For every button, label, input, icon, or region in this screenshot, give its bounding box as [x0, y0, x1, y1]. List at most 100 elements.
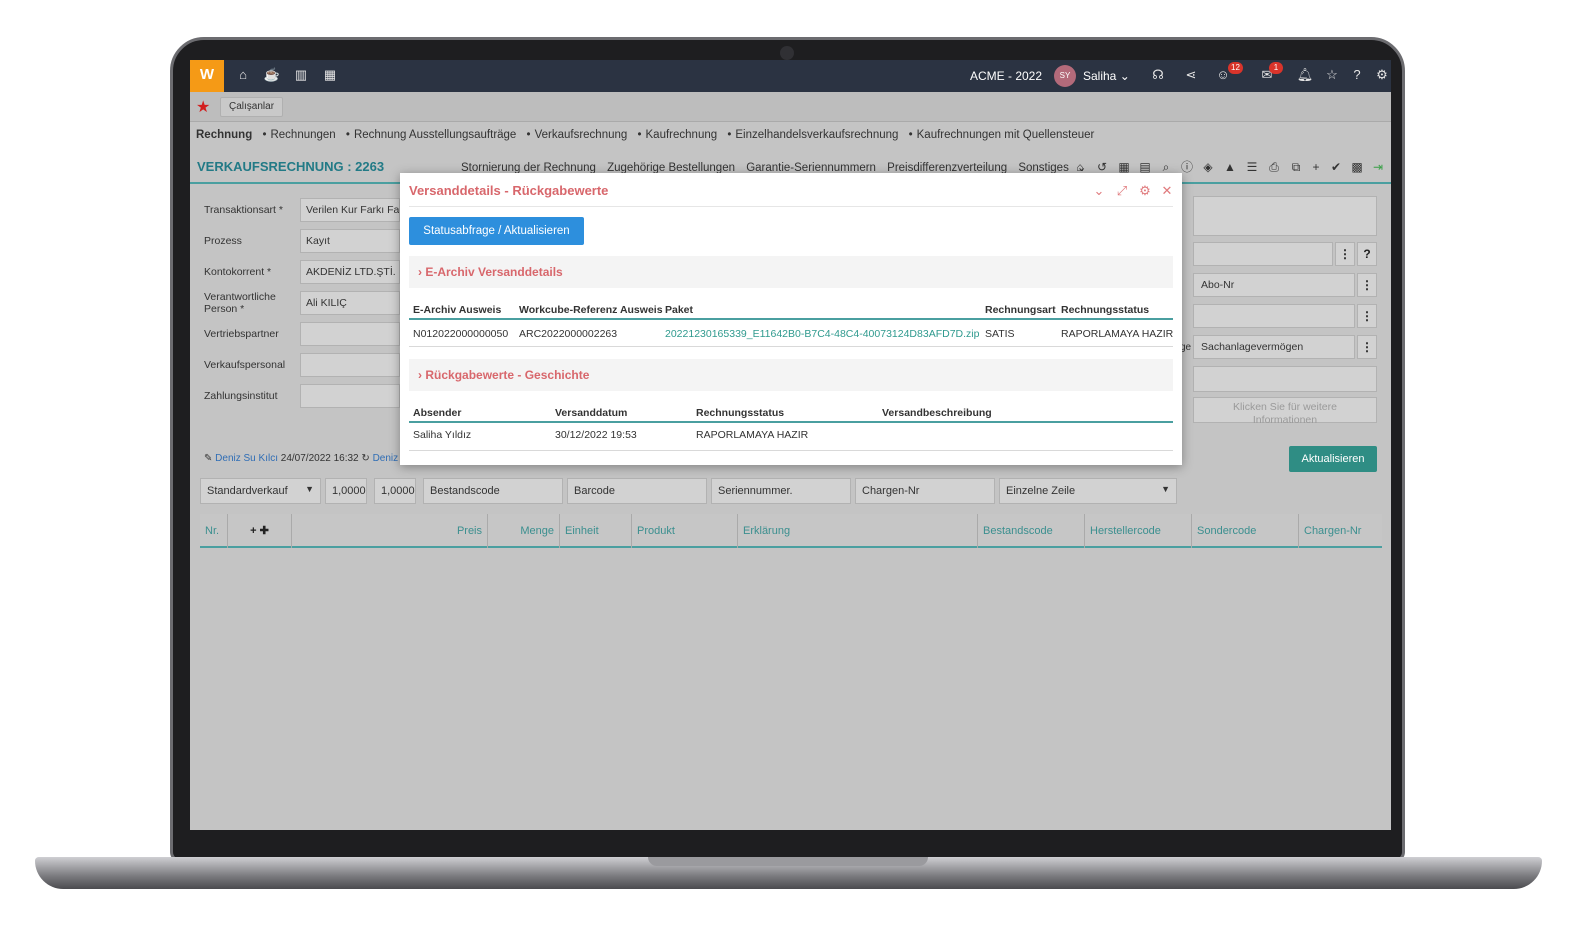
section-e-archiv[interactable]: › E-Archiv Versanddetails	[409, 256, 1173, 288]
print-icon[interactable]: ⎙	[1266, 159, 1282, 175]
bestandscode-input[interactable]: Bestandscode	[423, 478, 563, 504]
right-field-5[interactable]	[1193, 366, 1377, 392]
add-row-icon[interactable]: +	[250, 525, 256, 537]
prozess-field[interactable]: Kayıt	[300, 229, 400, 253]
section-geschichte[interactable]: › Rückgabewerte - Geschichte	[409, 359, 1173, 391]
favorite-star-icon[interactable]: ★	[196, 97, 210, 117]
settings-icon[interactable]: ⚙	[1137, 183, 1153, 199]
copy-icon[interactable]: ⧉	[1288, 159, 1304, 175]
col-nr[interactable]: Nr.	[200, 514, 228, 548]
col-erklaerung[interactable]: Erklärung	[738, 514, 978, 548]
seriennummer-input[interactable]: Seriennummer.	[711, 478, 851, 504]
col-menge[interactable]: Menge	[488, 514, 560, 548]
calendar-icon[interactable]: ▦	[321, 66, 339, 84]
status-refresh-button[interactable]: Statusabfrage / Aktualisieren	[409, 217, 584, 245]
kontokorrent-label: Kontokorrent *	[204, 266, 272, 278]
list-icon[interactable]: ☰	[1244, 159, 1260, 175]
vertriebspartner-field[interactable]	[300, 322, 400, 346]
row-mode-select[interactable]: Einzelne Zeile ▼	[999, 478, 1177, 504]
th-versanddatum: Versanddatum	[555, 407, 628, 419]
td-absender: Saliha Yıldız	[413, 429, 472, 441]
chargen-input[interactable]: Chargen-Nr	[855, 478, 995, 504]
col-sondercode[interactable]: Sondercode	[1192, 514, 1299, 548]
more-vertical-icon[interactable]: ⋮	[1357, 273, 1377, 297]
editor-link[interactable]: Deniz Su Kılcı	[215, 453, 278, 464]
export-icon[interactable]: ⇥	[1370, 159, 1386, 175]
barcode-input[interactable]: Barcode	[567, 478, 707, 504]
bell-alert-icon[interactable]: ▲	[1222, 159, 1238, 175]
abo-nr-field[interactable]: Abo-Nr	[1193, 273, 1355, 297]
rate-field-2[interactable]: 1,0000	[374, 478, 416, 504]
close-icon[interactable]: ✕	[1159, 183, 1175, 199]
right-field-3[interactable]	[1193, 304, 1355, 328]
headset-icon[interactable]: ☊	[1149, 66, 1167, 84]
sachanlage-field[interactable]: Sachanlagevermögen	[1193, 335, 1355, 359]
breadcrumb-item[interactable]: Kaufrechnung	[646, 129, 718, 141]
home-icon[interactable]: ⌂	[234, 66, 252, 84]
th-absender: Absender	[413, 407, 462, 419]
col-einheit[interactable]: Einheit	[560, 514, 632, 548]
expand-icon[interactable]: ⤢	[1114, 183, 1130, 199]
person-field[interactable]: Ali KILIÇ	[300, 291, 400, 315]
user-menu[interactable]: Saliha ⌄	[1083, 69, 1130, 83]
tab-calisanlar[interactable]: Çalışanlar	[220, 97, 284, 117]
chevron-right-icon: ›	[418, 368, 422, 382]
check-icon[interactable]: ✔	[1328, 159, 1344, 175]
grid-toolbar: + ✚	[228, 514, 292, 548]
breadcrumb-item[interactable]: Rechnung	[196, 129, 252, 141]
second-editor-link[interactable]: Deniz	[373, 453, 399, 464]
update-button[interactable]: Aktualisieren	[1289, 446, 1377, 472]
coffee-icon[interactable]: ☕	[263, 66, 281, 84]
breadcrumb-separator: •	[526, 129, 531, 141]
top-bar: W ⌂ ☕ ▥ ▦ ACME - 2022 SY Saliha ⌄ ☊ ⋖ ☺ …	[190, 60, 1391, 92]
company-selector[interactable]: ACME - 2022	[970, 69, 1042, 83]
star-icon[interactable]: ☆	[1323, 66, 1341, 84]
help-icon[interactable]: ?	[1348, 66, 1366, 84]
box-icon[interactable]: ◈	[1200, 159, 1216, 175]
right-field-1[interactable]	[1193, 242, 1333, 266]
more-vertical-icon[interactable]: ⋮	[1357, 304, 1377, 328]
td-rechnungsstatus-2: RAPORLAMAYA HAZIR	[696, 429, 809, 441]
breadcrumb-item[interactable]: Rechnung Ausstellungsaufträge	[354, 129, 516, 141]
add-icon[interactable]: +	[1308, 159, 1324, 175]
help-button[interactable]: ?	[1357, 242, 1377, 266]
chart-icon[interactable]: ▥	[292, 66, 310, 84]
col-preis[interactable]: Preis	[292, 514, 488, 548]
zahlungsinstitut-field[interactable]	[300, 384, 400, 408]
versanddetails-modal: Versanddetails - Rückgabewerte ⌄ ⤢ ⚙ ✕ S…	[400, 173, 1182, 465]
col-produkt[interactable]: Produkt	[632, 514, 738, 548]
qr-icon[interactable]: ▩	[1349, 159, 1365, 175]
breadcrumb-item[interactable]: Rechnungen	[270, 129, 335, 141]
chevron-right-icon: ›	[418, 265, 422, 279]
verkaufspersonal-field[interactable]	[300, 353, 400, 377]
record-info: ✎ Deniz Su Kılcı 24/07/2022 16:32 ↻ Deni…	[204, 453, 398, 464]
person-label-line2: Person *	[204, 303, 245, 315]
gear-icon[interactable]: ⚙	[1373, 66, 1391, 84]
puzzle-icon[interactable]: ✚	[260, 525, 269, 537]
col-bestandscode[interactable]: Bestandscode	[978, 514, 1085, 548]
breadcrumb-separator: •	[637, 129, 642, 141]
more-info-button[interactable]: Klicken Sie für weitere Informationen	[1193, 397, 1377, 426]
rate-field-1[interactable]: 1,0000	[325, 478, 367, 504]
td-versanddatum: 30/12/2022 19:53	[555, 429, 637, 441]
bell-icon[interactable]: 🔔︎	[1296, 66, 1314, 84]
description-textarea[interactable]	[1193, 196, 1377, 236]
collapse-icon[interactable]: ⌄	[1091, 183, 1107, 199]
breadcrumb-item[interactable]: Verkaufsrechnung	[535, 129, 628, 141]
app-logo[interactable]: W	[190, 60, 224, 92]
avatar[interactable]: SY	[1054, 65, 1076, 87]
share-icon[interactable]: ⋖	[1182, 66, 1200, 84]
more-vertical-icon[interactable]: ⋮	[1357, 335, 1377, 359]
breadcrumb-separator: •	[908, 129, 913, 141]
col-chargen-nr[interactable]: Chargen-Nr	[1299, 514, 1382, 548]
paket-download-link[interactable]: 20221230165339_E11642B0-B7C4-48C4-400731…	[665, 328, 979, 340]
sale-type-select[interactable]: Standardverkauf ▼	[200, 478, 321, 504]
more-vertical-icon[interactable]: ⋮	[1335, 242, 1355, 266]
user-name: Saliha	[1083, 69, 1117, 83]
transaktionsart-field[interactable]: Verilen Kur Farkı Fat	[300, 198, 400, 222]
kontokorrent-field[interactable]: AKDENİZ LTD.ŞTİ.	[300, 260, 400, 284]
col-herstellercode[interactable]: Herstellercode	[1085, 514, 1192, 548]
breadcrumb-item[interactable]: Einzelhandelsverkaufsrechnung	[735, 129, 898, 141]
section-e-archiv-title: E-Archiv Versanddetails	[425, 265, 563, 279]
breadcrumb-item[interactable]: Kaufrechnungen mit Quellensteuer	[917, 129, 1095, 141]
